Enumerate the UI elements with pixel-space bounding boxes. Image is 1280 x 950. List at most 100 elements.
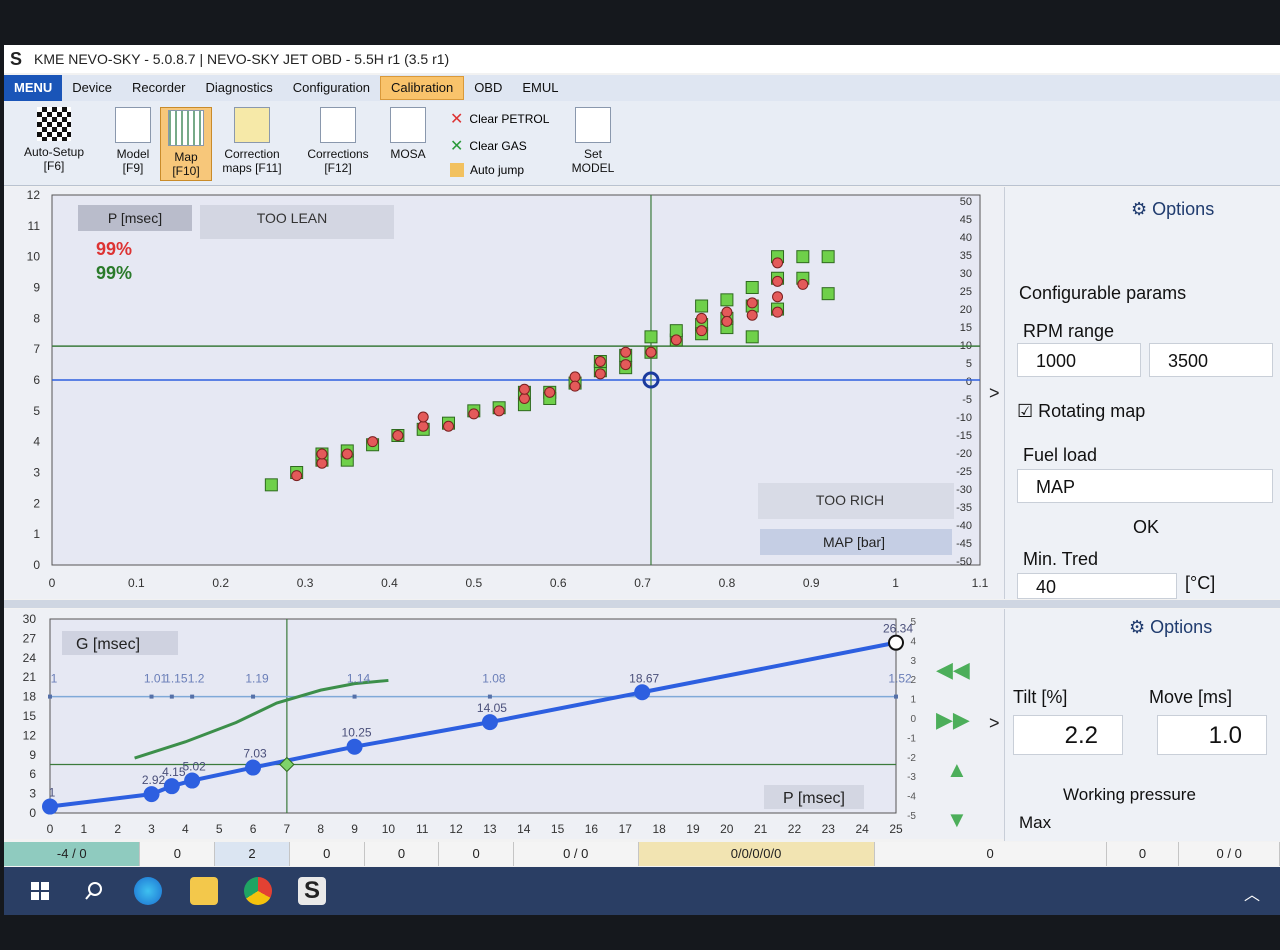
too-lean-label: TOO LEAN (257, 210, 328, 226)
auto-setup-key: [F6] (43, 159, 65, 173)
status-bar: -4 / 0 0 2 0 0 0 0 / 0 0/0/0/0/0 0 0 0 /… (4, 842, 1280, 866)
blue-data-label: 7.03 (243, 747, 267, 761)
x-tick-label: 15 (551, 822, 565, 836)
clear-petrol-button[interactable]: ✕ Clear PETROL (450, 109, 549, 129)
green-data-point (644, 330, 658, 344)
move-label: Move [ms] (1149, 687, 1233, 707)
menu-emul[interactable]: EMUL (512, 75, 568, 101)
red-data-point (772, 306, 784, 318)
move-input[interactable]: 1.0 (1157, 715, 1267, 755)
panel-splitter[interactable] (4, 600, 1280, 608)
corrections-button[interactable]: Corrections [F12] (298, 107, 378, 175)
map-key: [F10] (172, 164, 200, 178)
blue-data-label: 1 (49, 786, 56, 800)
checkered-flag-icon (37, 107, 71, 141)
fuel-map-chart[interactable]: 0 0.1 0.2 0.3 0.4 0.5 0.6 0.7 0.8 0.9 1 1.101234567… (4, 187, 1004, 599)
correction-maps-button[interactable]: Correction maps [F11] (214, 107, 290, 175)
y2-tick-label: 3 (910, 656, 916, 667)
red-data-point (620, 359, 632, 371)
map-button[interactable]: Map [F10] (160, 107, 212, 181)
x-tick-label: 1 (892, 576, 899, 590)
set-model-button[interactable]: Set MODEL (570, 107, 616, 175)
file-explorer-icon[interactable] (190, 877, 218, 905)
green-x-icon: ✕ (450, 138, 464, 155)
fuel-load-select[interactable]: MAP (1017, 469, 1273, 503)
x-tick-label: 0.3 (297, 576, 314, 590)
set-model-label-2: MODEL (571, 161, 615, 175)
red-data-point (316, 457, 328, 469)
tilt-input[interactable]: 2.2 (1013, 715, 1123, 755)
y2-tick-label: -20 (956, 448, 972, 460)
clear-petrol-label: Clear PETROL (469, 112, 550, 126)
kme-app-icon[interactable]: S (298, 877, 326, 905)
red-percentage: 99% (96, 239, 132, 259)
map-grid-icon (168, 110, 204, 146)
corrections-key: [F12] (324, 161, 352, 175)
clear-gas-button[interactable]: ✕ Clear GAS (450, 136, 527, 156)
ok-button[interactable]: OK (1133, 517, 1159, 538)
options-button[interactable]: ⚙ Options (1131, 199, 1214, 220)
menu-calibration[interactable]: Calibration (380, 76, 465, 100)
g-axis-label: G [msec] (76, 636, 140, 653)
edge-browser-icon[interactable] (134, 877, 162, 905)
auto-setup-button[interactable]: Auto-Setup [F6] (14, 107, 94, 173)
status-cell-3: 2 (215, 842, 290, 866)
y2-tick-label: -5 (907, 811, 916, 822)
fast-forward-icon: ▶▶ (936, 707, 970, 732)
menu-obd[interactable]: OBD (464, 75, 512, 101)
red-data-point (772, 257, 784, 269)
red-data-point (341, 448, 353, 460)
gear-icon: ⚙ (1129, 617, 1146, 637)
blue-data-label: 14.05 (477, 701, 507, 715)
windows-start-icon[interactable] (26, 877, 54, 905)
status-cell-10: 0 (1106, 842, 1180, 866)
status-cell-11: 0 / 0 (1179, 842, 1280, 866)
x-tick-label: 18 (652, 822, 666, 836)
configurable-params-dropdown[interactable]: Configurable params (1019, 283, 1186, 304)
rotating-map-label: Rotating map (1038, 401, 1146, 421)
x-tick-label: 0.7 (634, 576, 651, 590)
rotating-map-checkbox[interactable]: ☑ Rotating map (1017, 401, 1145, 422)
correction-curve-chart[interactable]: 0 1 2 3 4 5 6 7 8 9 10 11 12 13 14 15 16 17 18 19 20 21 22 23 24… (4, 609, 1004, 839)
ribbon-toolbar: Auto-Setup [F6] Model [F9] Map [F10] Cor… (4, 101, 1280, 186)
menu-recorder[interactable]: Recorder (122, 75, 195, 101)
options-button-2[interactable]: ⚙ Options (1129, 617, 1212, 638)
rpm-max-select[interactable]: 3500 (1149, 343, 1273, 377)
green-data-point (264, 478, 278, 492)
menu-device[interactable]: Device (62, 75, 122, 101)
min-tred-select[interactable]: 40 (1017, 573, 1177, 599)
menu-button[interactable]: MENU (4, 75, 63, 101)
blue-data-point (163, 778, 180, 795)
x-tick-label: 3 (148, 822, 155, 836)
red-data-point (721, 306, 733, 318)
y-tick-label: 21 (23, 670, 37, 684)
red-data-point (772, 291, 784, 303)
chrome-icon[interactable] (244, 877, 272, 905)
y2-tick-label: 4 (910, 636, 916, 647)
menu-diagnostics[interactable]: Diagnostics (196, 75, 283, 101)
status-cell-2: 0 (140, 842, 216, 866)
red-data-point (594, 356, 606, 367)
auto-jump-label: Auto jump (470, 163, 525, 177)
y-tick-label: 30 (23, 612, 37, 626)
mosa-button[interactable]: MOSA (386, 107, 430, 161)
green-percentage: 99% (96, 263, 132, 283)
red-data-point (670, 334, 682, 346)
auto-jump-toggle[interactable]: Auto jump (450, 163, 524, 177)
model-button[interactable]: Model [F9] (108, 107, 158, 175)
status-cell-1: -4 / 0 (4, 842, 141, 866)
rpm-min-select[interactable]: 1000 (1017, 343, 1141, 377)
menu-configuration[interactable]: Configuration (283, 75, 380, 101)
blue-data-point (184, 772, 201, 789)
y-tick-label: 11 (28, 219, 41, 233)
y-tick-label: 7 (33, 342, 40, 356)
red-data-point (594, 368, 606, 380)
y2-tick-label: -2 (907, 753, 916, 764)
red-data-point (316, 448, 328, 460)
search-icon[interactable] (80, 877, 108, 905)
blue-data-point (634, 684, 651, 701)
red-data-point (797, 278, 809, 290)
set-model-label: Set (583, 147, 602, 161)
chevron-up-icon[interactable]: ︿ (1244, 881, 1260, 905)
y2-tick-label: -5 (962, 394, 972, 406)
